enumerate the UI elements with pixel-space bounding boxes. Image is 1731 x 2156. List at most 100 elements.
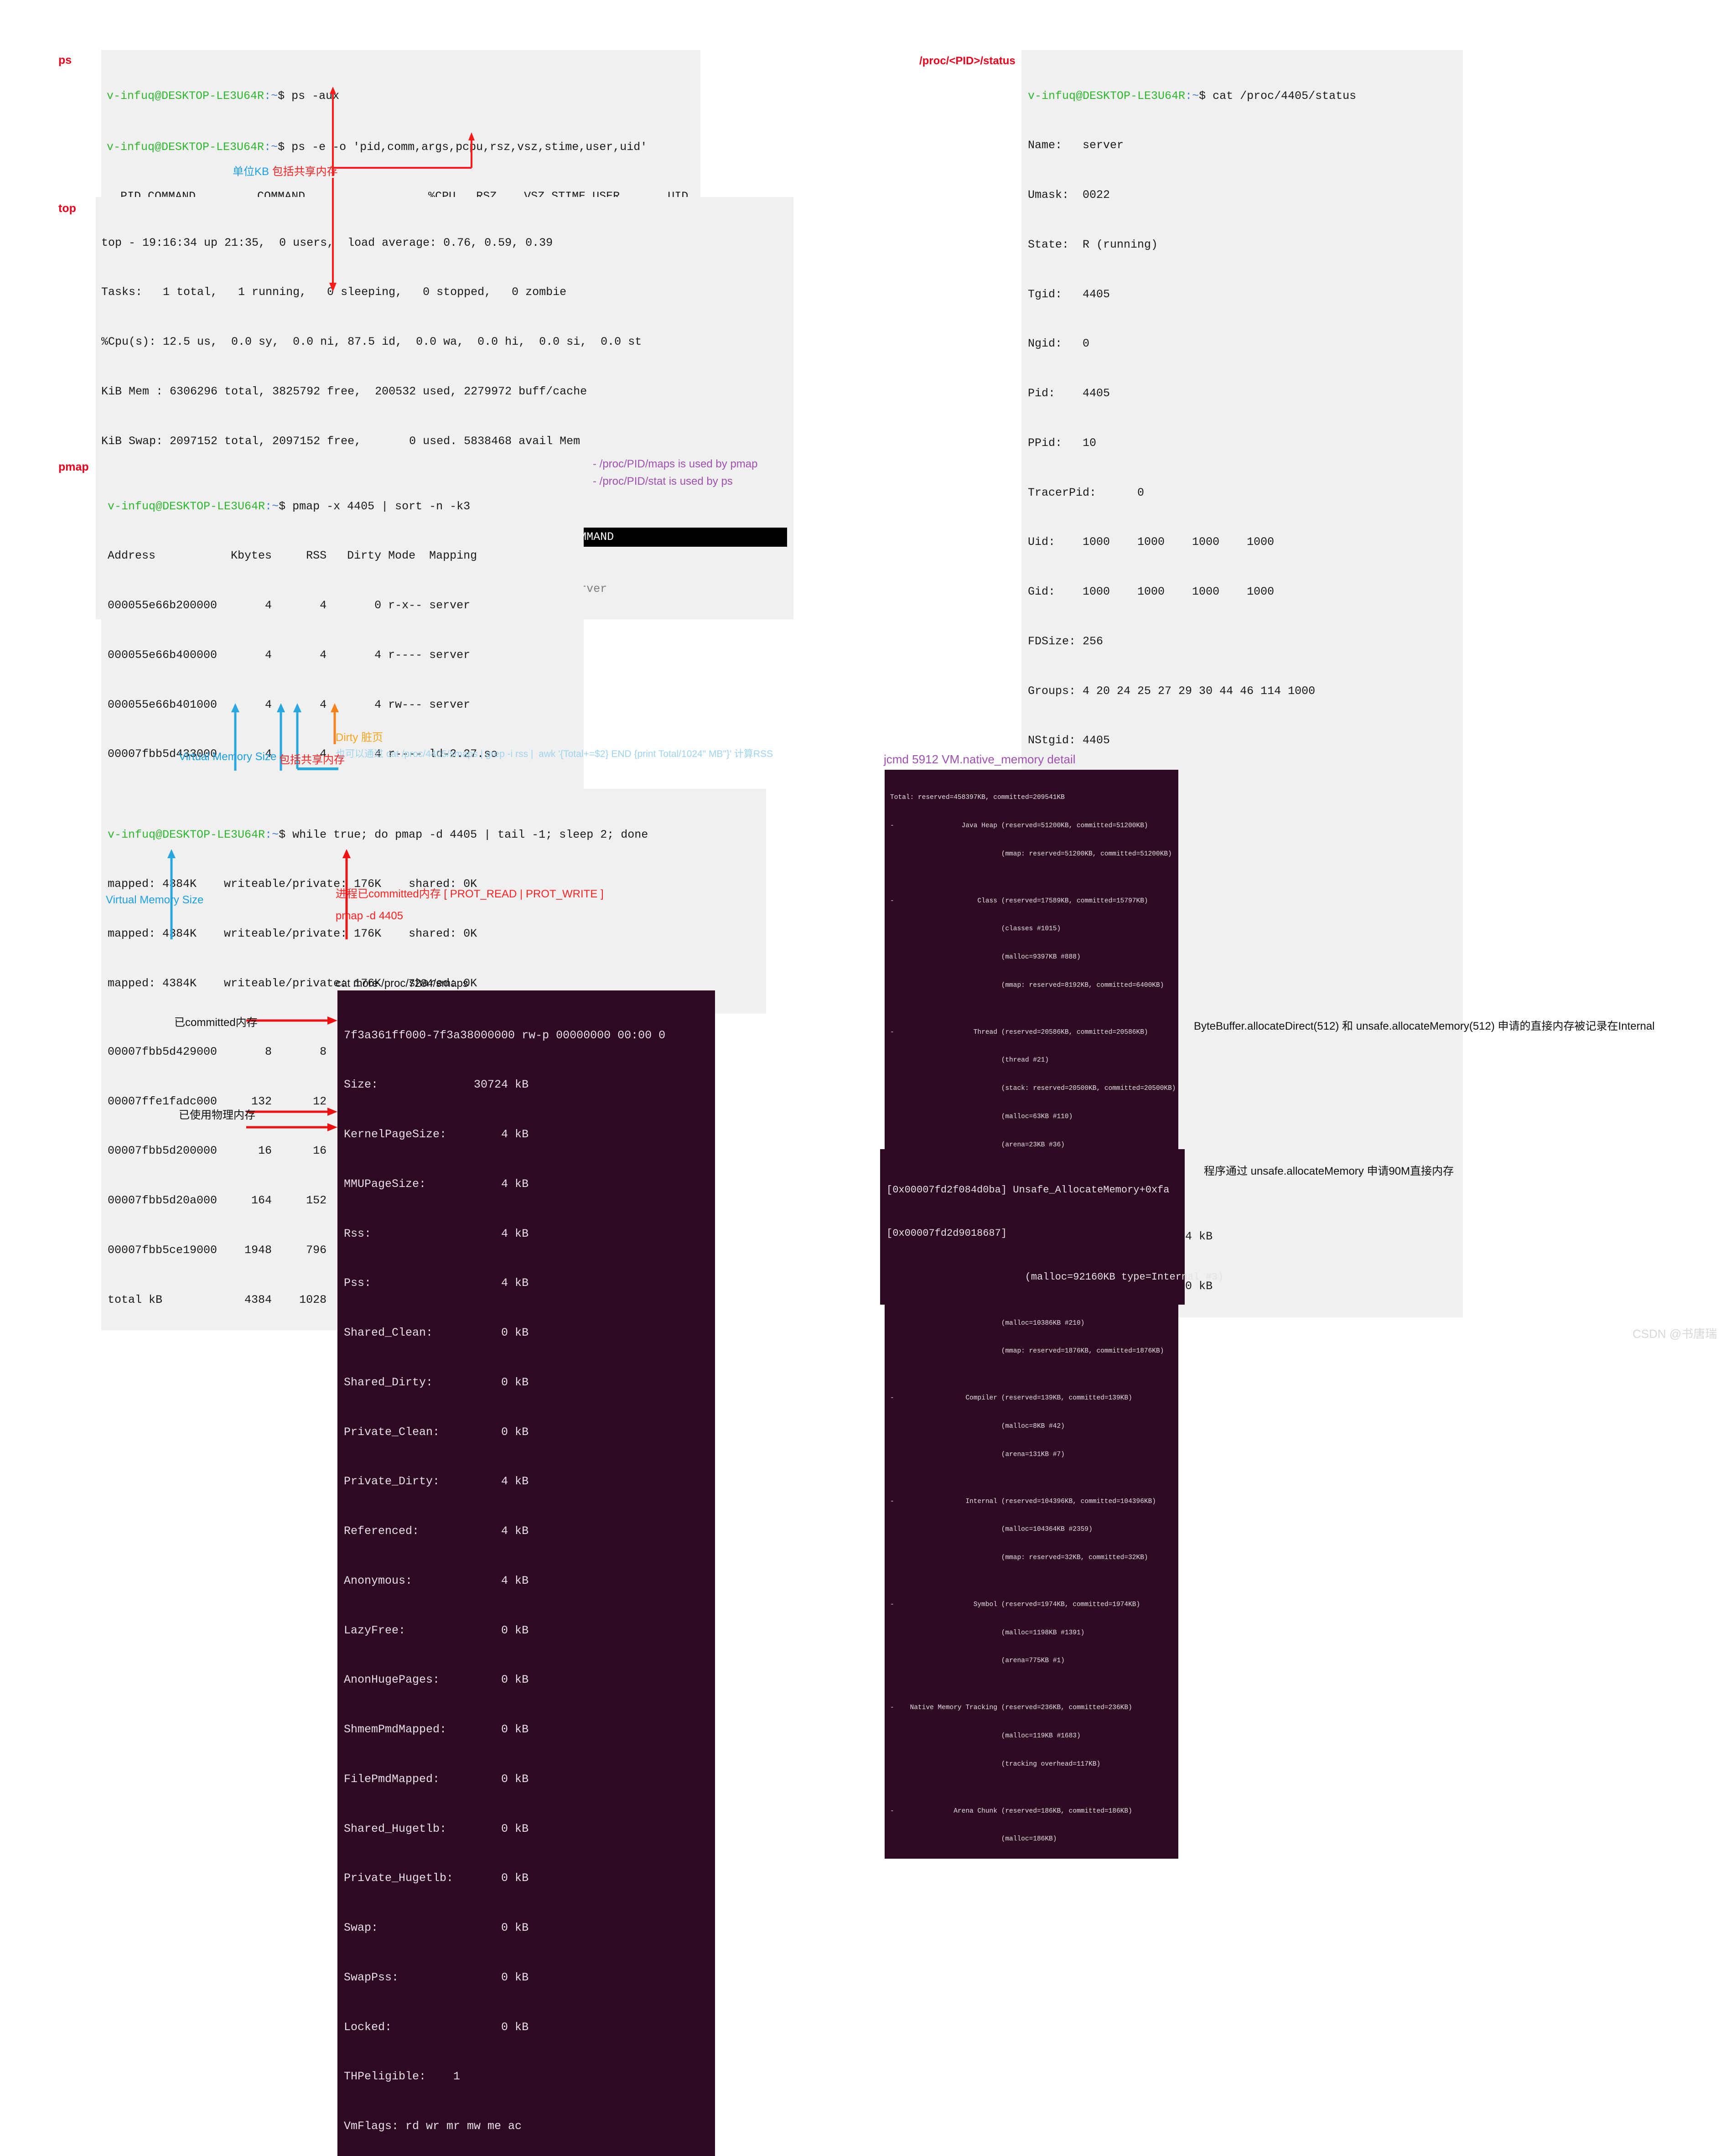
prompt-userhost: v-infuq@DESKTOP-LE3U64R [107,89,264,103]
nmt-note-bytebuffer: ByteBuffer.allocateDirect(512) 和 unsafe.… [1194,1020,1655,1032]
pmap-annotation-arrows [231,703,339,771]
smaps-line: FilePmdMapped: 0 kB [344,1772,529,1786]
prompt-path: :~ [265,828,279,841]
pmap-note-stat: - /proc/PID/stat is used by ps [593,475,733,487]
smaps-annotation-arrows [246,1016,337,1131]
prompt-userhost: v-infuq@DESKTOP-LE3U64R [107,140,264,154]
smaps-note-used-physical: 已使用物理内存 [179,1109,255,1121]
ps-annotation-unit: 单位KB [233,166,269,178]
nmt-line: (arena=131KB #7) [890,1451,1065,1458]
nmt-line: (mmap: reserved=51200KB, committed=51200… [890,850,1172,858]
smaps-line: Shared_Clean: 0 kB [344,1326,529,1339]
top-header-line-2: %Cpu(s): 12.5 us, 0.0 sy, 0.0 ni, 87.5 i… [101,335,642,348]
unsafe-line: [0x00007fd2f084d0ba] Unsafe_AllocateMemo… [886,1184,1170,1196]
watermark: CSDN @书唐瑞 [1633,1327,1717,1341]
nmt-line: (malloc=1198KB #1391) [890,1629,1085,1637]
smaps-line: Locked: 0 kB [344,2020,529,2034]
smaps-line: Pss: 4 kB [344,1276,529,1290]
smaps-line: Size: 30724 kB [344,1078,529,1092]
smaps-caption: cat more /proc/7284/smaps [336,977,468,990]
smaps-line: THPeligible: 1 [344,2070,461,2083]
nmt-line: - Arena Chunk (reserved=186KB, committed… [890,1807,1132,1815]
pmapd-note-cmd: pmap -d 4405 [336,910,404,922]
unsafe-line: (malloc=92160KB type=Internal #3) [886,1271,1224,1283]
top-header-line-4: KiB Swap: 2097152 total, 2097152 free, 0… [101,434,580,448]
pmap-note-shared: 包括共享内存 [279,754,345,766]
smaps-line: Private_Hugetlb: 0 kB [344,1871,529,1885]
pmap-line: 000055e66b200000 4 4 0 r-x-- server [108,599,471,612]
jcmd-caption: jcmd 5912 VM.native_memory detail [884,752,1076,766]
unsafe-terminal-block: [0x00007fd2f084d0ba] Unsafe_AllocateMemo… [880,1149,1224,1305]
section-label-pmap: pmap [58,461,89,473]
pmap-prompt-line: v-infuq@DESKTOP-LE3U64R:~$ pmap -x 4405 … [108,498,577,515]
unsafe-note: 程序通过 unsafe.allocateMemory 申请90M直接内存 [1204,1165,1454,1177]
prompt-sym: $ [1199,89,1213,103]
status-line: NStgid: 4405 [1028,734,1110,747]
status-line: Groups: 4 20 24 25 27 29 30 44 46 114 10… [1028,684,1322,698]
smaps-line: AnonHugePages: 0 kB [344,1673,529,1687]
smaps-line: Rss: 4 kB [344,1227,529,1240]
nmt-line: (stack: reserved=20500KB, committed=2050… [890,1085,1176,1093]
smaps-line: LazyFree: 0 kB [344,1623,529,1637]
status-line: Tgid: 4405 [1028,287,1110,301]
nmt-line: - Compiler (reserved=139KB, committed=13… [890,1394,1132,1402]
nmt-line: - Internal (reserved=104396KB, committed… [890,1498,1156,1505]
smaps-line: SwapPss: 0 kB [344,1970,529,1984]
nmt-line: - Class (reserved=17589KB, committed=157… [890,897,1148,905]
pmap-note-vms: Virtual Memory Size [179,751,277,763]
smaps-line: VmFlags: rd wr mr mw me ac [344,2120,522,2133]
pmap-note-dirty: Dirty 脏页 [336,731,383,744]
nmt-line: (arena=23KB #36) [890,1141,1065,1149]
smaps-line: Shared_Dirty: 0 kB [344,1375,529,1389]
smaps-line: Private_Dirty: 4 kB [344,1475,529,1488]
status-line: Uid: 1000 1000 1000 1000 [1028,535,1275,549]
prompt-sym: $ [279,499,293,513]
pmap-note-maps: - /proc/PID/maps is used by pmap [593,458,758,470]
pmapd-command: while true; do pmap -d 4405 | tail -1; s… [292,828,648,841]
pmap-note-rss-hint: 也可以通过 cat /proc/4405/smaps | grep -i rss… [336,749,773,759]
nmt-line: Total: reserved=458397KB, committed=2095… [890,794,1065,802]
status-prompt-line: v-infuq@DESKTOP-LE3U64R:~$ cat /proc/440… [1028,88,1456,104]
top-header-line-0: top - 19:16:34 up 21:35, 0 users, load a… [101,236,553,249]
nmt-line: (malloc=186KB) [890,1835,1057,1843]
pmapd-prompt-line: v-infuq@DESKTOP-LE3U64R:~$ while true; d… [108,827,760,843]
prompt-userhost: v-infuq@DESKTOP-LE3U64R [108,499,265,513]
nmt-line: (malloc=104364KB #2359) [890,1526,1093,1534]
smaps-line: KernelPageSize: 4 kB [344,1128,529,1141]
section-label-top: top [58,202,76,215]
smaps-terminal-block: 7f3a361ff000-7f3a38000000 rw-p 00000000 … [337,990,715,2156]
status-line: State: R (running) [1028,238,1158,251]
prompt-userhost: v-infuq@DESKTOP-LE3U64R [108,828,265,841]
nmt-line: (mmap: reserved=1876KB, committed=1876KB… [890,1348,1164,1355]
nmt-line: (arena=775KB #1) [890,1657,1065,1665]
smaps-header: 7f3a361ff000-7f3a38000000 rw-p 00000000 … [344,1028,666,1042]
nmt-line: - Symbol (reserved=1974KB, committed=197… [890,1601,1140,1608]
status-line: Name: server [1028,139,1124,152]
prompt-sym: $ [279,828,293,841]
pmap-line: Address Kbytes RSS Dirty Mode Mapping [108,549,477,563]
prompt-sym: $ [278,140,292,154]
section-label-proc-status: /proc/<PID>/status [919,55,1016,67]
nmt-line: - Native Memory Tracking (reserved=236KB… [890,1704,1132,1712]
nmt-terminal-block: Total: reserved=458397KB, committed=2095… [885,770,1178,1859]
prompt-sym: $ [278,89,292,103]
smaps-line: Anonymous: 4 kB [344,1574,529,1587]
smaps-line: Referenced: 4 kB [344,1524,529,1538]
pmap-command: pmap -x 4405 | sort -n -k3 [292,499,471,513]
status-line: Umask: 0022 [1028,188,1110,202]
smaps-note-committed: 已committed内存 [174,1016,258,1029]
status-line: FDSize: 256 [1028,634,1104,648]
pmap-line: 000055e66b400000 4 4 4 r---- server [108,648,471,662]
smaps-line: MMUPageSize: 4 kB [344,1177,529,1191]
prompt-path: :~ [265,499,279,513]
prompt-path: :~ [264,140,278,154]
nmt-line: (thread #21) [890,1057,1049,1064]
status-line: PPid: 10 [1028,436,1097,450]
nmt-line: - Java Heap (reserved=51200KB, committed… [890,822,1148,829]
pmapd-note-committed: 进程已committed内存 [ PROT_READ | PROT_WRITE … [336,888,604,900]
nmt-line: (mmap: reserved=8192KB, committed=6400KB… [890,981,1164,989]
nmt-line: (tracking overhead=117KB) [890,1760,1101,1768]
pmapd-note-vms: Virtual Memory Size [106,894,204,906]
nmt-line: (malloc=119KB #1683) [890,1732,1081,1740]
status-command: cat /proc/4405/status [1213,89,1357,103]
